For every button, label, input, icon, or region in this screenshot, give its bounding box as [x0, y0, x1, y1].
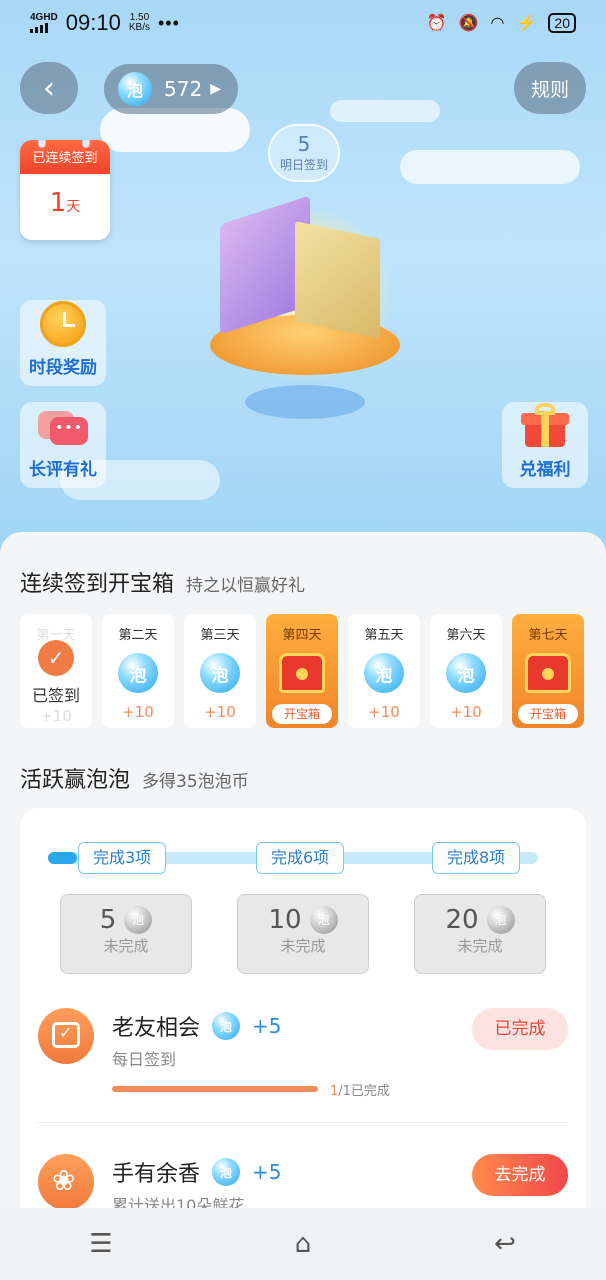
- open-chest-label: 开宝箱: [272, 704, 332, 724]
- divider: [38, 1122, 568, 1123]
- clock-icon: [40, 301, 86, 347]
- day-card-1[interactable]: 第一天 +10 ✓ 已签到: [20, 614, 92, 728]
- day-card-4[interactable]: 第四天 开宝箱: [266, 614, 338, 728]
- cloud-decoration: [100, 108, 250, 152]
- gray-bubble-coin-icon: 泡: [309, 906, 338, 934]
- long-review-button[interactable]: ••• 长评有礼: [20, 402, 106, 488]
- task-title: 手有余香: [112, 1162, 201, 1187]
- go-complete-button[interactable]: 去完成: [472, 1154, 568, 1196]
- play-arrow-icon: ▶: [210, 81, 221, 97]
- open-chest-label: 开宝箱: [518, 704, 578, 724]
- return-icon: ↩: [494, 1229, 516, 1259]
- milestone-label: 完成3项: [78, 842, 167, 874]
- home-button[interactable]: ⌂: [273, 1224, 333, 1264]
- cloud-decoration: [330, 100, 440, 122]
- task-reward: +5: [252, 1014, 282, 1038]
- alarm-icon: ⏰: [426, 15, 447, 32]
- system-back-button[interactable]: ↩: [475, 1224, 535, 1264]
- more-notifications-icon: •••: [157, 12, 180, 33]
- chat-bubble-icon: •••: [38, 407, 88, 447]
- time-reward-button[interactable]: 时段奖励: [20, 300, 106, 386]
- checkmark-icon: ✓: [38, 640, 74, 676]
- day-card-3[interactable]: 第三天 泡 +10: [184, 614, 256, 728]
- hamburger-icon: ☰: [89, 1229, 113, 1259]
- milestone-label: 完成6项: [256, 842, 345, 874]
- milestone-label: 完成8项: [432, 842, 521, 874]
- bubble-coin-icon: 泡: [212, 1012, 241, 1040]
- day-card-5[interactable]: 第五天 泡 +10: [348, 614, 420, 728]
- network-speed: 1.50 KB/s: [128, 12, 150, 33]
- bubble-coin-icon: 泡: [118, 72, 152, 106]
- status-bar: 4GHD 09:10 1.50 KB/s ••• ⏰ 🔕 ◠ ⚡ 20: [0, 0, 606, 46]
- gift-icon: [521, 403, 569, 447]
- treasure-chest-icon: [279, 653, 325, 693]
- clock-time: 09:10: [65, 10, 121, 35]
- system-nav-bar: ☰ ⌂ ↩: [0, 1208, 606, 1280]
- home-icon: ⌂: [294, 1229, 312, 1259]
- signed-label: 已签到: [31, 686, 80, 705]
- streak-calendar: 已连续签到 1天: [20, 140, 110, 240]
- treasure-chest-icon: [525, 653, 571, 693]
- signal-icon: 4GHD: [30, 13, 58, 33]
- tomorrow-checkin-badge: 5 明日签到: [268, 124, 340, 182]
- back-button[interactable]: ‹: [20, 62, 78, 114]
- active-tasks-card: 完成3项 完成6项 完成8项 5泡 未完成 10泡 未完成 20泡 未完成 老友…: [20, 808, 586, 1238]
- mute-icon: 🔕: [458, 15, 479, 32]
- task-progress-text: 1/1已完成: [330, 1084, 390, 1099]
- wifi-icon: ◠: [490, 15, 505, 32]
- day-card-7[interactable]: 第七天 开宝箱: [512, 614, 584, 728]
- task-completed-button[interactable]: 已完成: [472, 1008, 568, 1050]
- gray-bubble-coin-icon: 泡: [124, 906, 153, 934]
- activity-progress-fill: [48, 852, 78, 864]
- coin-count: 572: [164, 77, 203, 101]
- task-description: 每日签到: [112, 1050, 177, 1069]
- bubble-coin-icon: 泡: [364, 653, 404, 693]
- flower-icon: ❀: [38, 1154, 94, 1210]
- menu-button[interactable]: ☰: [71, 1224, 131, 1264]
- task-title: 老友相会: [112, 1016, 201, 1041]
- task-row: 老友相会 泡 +5 每日签到 1/1已完成 已完成: [38, 1008, 568, 1138]
- checkin-days-row: 第一天 +10 ✓ 已签到 第二天 泡 +10 第三天 泡 +10 第四天 开宝…: [20, 614, 584, 728]
- bubble-coin-icon: 泡: [212, 1158, 241, 1186]
- milestone-reward[interactable]: 20 泡 未完成: [414, 894, 546, 974]
- task-reward: +5: [252, 1160, 282, 1184]
- content-panel: 连续签到开宝箱 持之以恒赢好礼 第一天 +10 ✓ 已签到 第二天 泡 +10 …: [0, 532, 606, 1238]
- day-card-6[interactable]: 第六天 泡 +10: [430, 614, 502, 728]
- calendar-check-icon: [38, 1008, 94, 1064]
- checkin-section-title: 连续签到开宝箱 持之以恒赢好礼: [20, 572, 306, 597]
- gray-bubble-coin-icon: 泡: [486, 906, 515, 934]
- bubble-coin-icon: 泡: [446, 653, 486, 693]
- coin-balance-button[interactable]: 泡 572 ▶: [104, 64, 238, 114]
- active-section-title: 活跃赢泡泡 多得35泡泡币: [20, 768, 249, 793]
- chevron-left-icon: ‹: [43, 70, 55, 106]
- task-progress-bar: [112, 1086, 318, 1092]
- calendar-ring-icon: [82, 140, 90, 148]
- milestone-reward[interactable]: 5泡 未完成: [60, 894, 192, 974]
- milestone-reward[interactable]: 10 泡 未完成: [237, 894, 369, 974]
- streak-label: 已连续签到: [20, 140, 110, 174]
- bubble-coin-icon: 泡: [118, 653, 158, 693]
- hero-banner: 4GHD 09:10 1.50 KB/s ••• ⏰ 🔕 ◠ ⚡ 20 ‹ 泡 5…: [0, 0, 606, 560]
- redeem-welfare-button[interactable]: 兑福利: [502, 402, 588, 488]
- streak-days: 1: [49, 188, 67, 218]
- rules-button[interactable]: 规则: [514, 62, 586, 114]
- battery-icon: 20: [548, 13, 576, 33]
- cloud-decoration: [400, 150, 580, 184]
- bubble-coin-icon: 泡: [200, 653, 240, 693]
- charging-icon: ⚡: [516, 15, 537, 32]
- calendar-ring-icon: [38, 140, 46, 148]
- magic-book-illustration[interactable]: [200, 190, 410, 420]
- day-card-2[interactable]: 第二天 泡 +10: [102, 614, 174, 728]
